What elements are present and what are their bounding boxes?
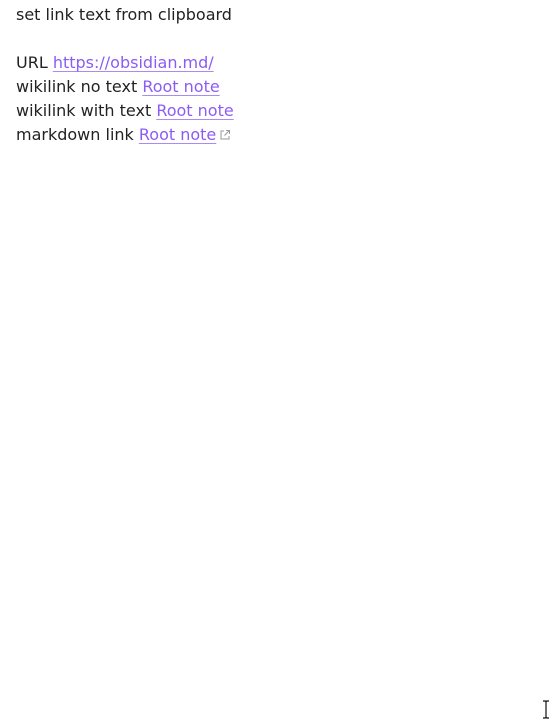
line-prefix: markdown link bbox=[16, 125, 139, 144]
line-prefix: wikilink with text bbox=[16, 101, 157, 120]
wikilink-aliased-root-note[interactable]: Root note bbox=[156, 101, 233, 120]
note-line-wikilink-with-text: wikilink with text Root note bbox=[16, 99, 536, 123]
text-cursor-icon bbox=[543, 700, 549, 719]
note-line-markdown-link: markdown link Root note bbox=[16, 123, 536, 147]
line-prefix: URL bbox=[16, 53, 53, 72]
markdown-link-root-note[interactable]: Root note bbox=[139, 125, 216, 144]
note-line-title: set link text from clipboard bbox=[16, 3, 536, 27]
note-line-wikilink-no-text: wikilink no text Root note bbox=[16, 75, 536, 99]
note-text: set link text from clipboard bbox=[16, 5, 232, 24]
note-editor[interactable]: set link text from clipboard URL https:/… bbox=[16, 3, 536, 147]
external-link-icon bbox=[220, 130, 231, 140]
wikilink-root-note[interactable]: Root note bbox=[142, 77, 219, 96]
note-line-url: URL https://obsidian.md/ bbox=[16, 51, 536, 75]
url-link[interactable]: https://obsidian.md/ bbox=[53, 53, 214, 72]
line-prefix: wikilink no text bbox=[16, 77, 143, 96]
